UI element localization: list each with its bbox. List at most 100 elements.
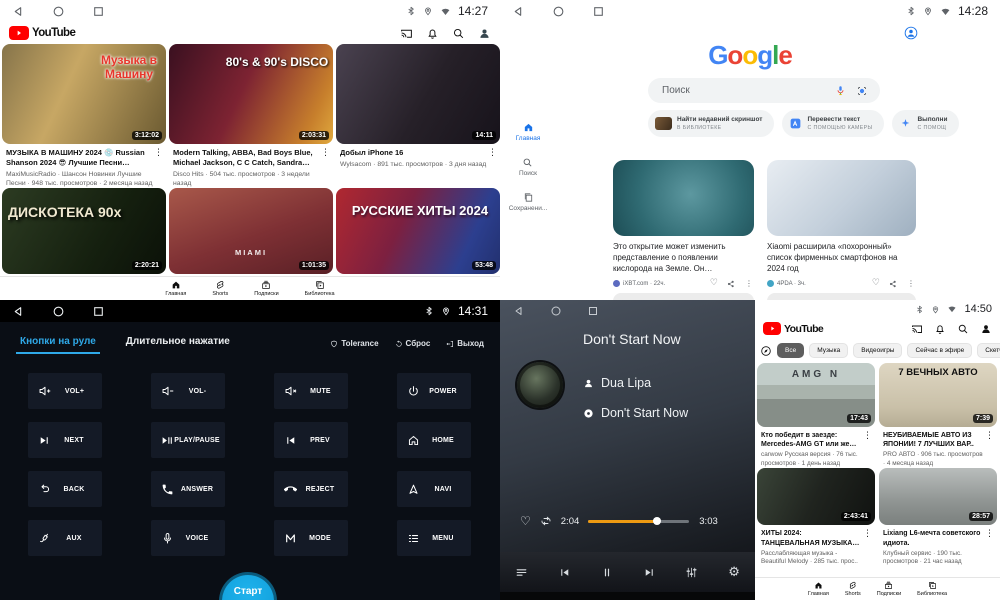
seek-bar[interactable] — [588, 520, 689, 523]
kebab-menu-icon[interactable]: ⋮ — [862, 529, 873, 538]
cast-icon[interactable] — [400, 27, 413, 40]
notifications-icon[interactable] — [934, 323, 946, 335]
exit-action[interactable]: Выход — [446, 339, 484, 348]
android-recents-icon[interactable] — [92, 5, 105, 18]
voice-search-icon[interactable] — [835, 85, 846, 96]
video-card[interactable]: РУССКИЕ ХИТЫ 2024 53:48 РУССКИЕ ХИТЫ 202… — [336, 188, 500, 288]
chip-find-screenshot[interactable]: Найти недавний скриншотВ БИБЛИОТЕКЕ — [648, 110, 774, 137]
video-card[interactable]: 28:57 Lixiang L6-мечта советского идиота… — [879, 468, 997, 566]
google-lens-icon[interactable] — [856, 85, 868, 97]
like-icon[interactable]: ♡ — [872, 279, 880, 288]
search-bar[interactable]: Поиск — [648, 78, 880, 103]
video-card[interactable]: 7 ВЕЧНЫХ АВТО 7:39 НЕУБИВАЕМЫЕ АВТО ИЗ Я… — [879, 363, 997, 468]
youtube-logo[interactable]: YouTube — [9, 26, 75, 40]
youtube-logo[interactable]: YouTube — [763, 322, 823, 335]
share-icon[interactable] — [727, 280, 735, 288]
android-back-icon[interactable] — [12, 305, 25, 318]
avatar[interactable] — [478, 27, 491, 40]
artist-row[interactable]: Dua Lipa — [583, 376, 651, 390]
kebab-menu-icon[interactable]: ⋮ — [744, 280, 754, 288]
key-aux[interactable]: AUX — [28, 520, 102, 556]
settings-gear-icon[interactable]: ⚙ — [728, 566, 740, 579]
kebab-menu-icon[interactable]: ⋮ — [153, 148, 164, 157]
chip-music[interactable]: Музыка — [809, 343, 848, 358]
kebab-menu-icon[interactable]: ⋮ — [906, 280, 916, 288]
android-recents-icon[interactable] — [592, 5, 605, 18]
android-recents-icon[interactable] — [92, 305, 105, 318]
equalizer-icon[interactable] — [685, 566, 698, 579]
key-menu[interactable]: MENU — [397, 520, 471, 556]
share-icon[interactable] — [889, 280, 897, 288]
key-vol-minus[interactable]: VOL- — [151, 373, 225, 409]
queue-icon[interactable] — [515, 566, 528, 579]
repeat-icon[interactable] — [540, 515, 552, 527]
android-back-icon[interactable] — [513, 305, 525, 317]
android-home-icon[interactable] — [552, 5, 565, 18]
chip-translate[interactable]: Перевести текстС ПОМОЩЬЮ КАМЕРЫ — [782, 110, 884, 137]
android-home-icon[interactable] — [550, 305, 562, 317]
feed-card[interactable]: Это открытие может изменить представлени… — [613, 160, 754, 288]
cast-icon[interactable] — [911, 323, 923, 335]
android-back-icon[interactable] — [512, 5, 525, 18]
rail-search[interactable]: Поиск — [519, 157, 537, 177]
rail-saved[interactable]: Сохранени... — [509, 192, 548, 212]
key-reject[interactable]: REJECT — [274, 471, 348, 507]
tab-long-press[interactable]: Длительное нажатие — [126, 336, 230, 354]
key-navi[interactable]: NAVI — [397, 471, 471, 507]
tab-wheel-keys[interactable]: Кнопки на руле — [16, 336, 100, 354]
nav-library[interactable]: Библиотека — [305, 280, 335, 297]
video-card[interactable]: AMG N 17:43 Кто победит в заезде: Merced… — [757, 363, 875, 468]
nav-subscriptions[interactable]: Подписки — [877, 581, 901, 597]
tolerance-action[interactable]: Tolerance — [330, 339, 378, 348]
kebab-menu-icon[interactable]: ⋮ — [862, 431, 873, 440]
video-card[interactable]: 80's & 90's DISCO 2:03:31 Modern Talking… — [169, 44, 333, 188]
rail-home[interactable]: Главная — [516, 122, 541, 142]
android-home-icon[interactable] — [52, 305, 65, 318]
nav-library[interactable]: Библиотека — [917, 581, 947, 597]
favorite-icon[interactable]: ♡ — [520, 515, 531, 527]
android-home-icon[interactable] — [52, 5, 65, 18]
video-card[interactable]: ДИСКОТЕКА 90х 2:20:21 !!!Видеосборник ко… — [2, 188, 166, 288]
key-voice[interactable]: VOICE — [151, 520, 225, 556]
android-back-icon[interactable] — [12, 5, 25, 18]
key-prev[interactable]: PREV — [274, 422, 348, 458]
chip-live[interactable]: Сейчас в эфире — [907, 343, 972, 358]
chip-gaming[interactable]: Видеоигры — [853, 343, 902, 358]
kebab-menu-icon[interactable]: ⋮ — [984, 529, 995, 538]
kebab-menu-icon[interactable]: ⋮ — [487, 148, 498, 157]
video-card[interactable]: 2:43:41 ХИТЫ 2024: ТАНЦЕВАЛЬНАЯ МУЗЫКА🔥 … — [757, 468, 875, 566]
start-button[interactable]: Старт — [219, 572, 277, 600]
key-back[interactable]: BACK — [28, 471, 102, 507]
nav-subscriptions[interactable]: Подписки — [254, 280, 278, 297]
search-icon[interactable] — [957, 323, 969, 335]
album-row[interactable]: Don't Start Now — [583, 406, 688, 420]
key-home[interactable]: HOME — [397, 422, 471, 458]
feed-card[interactable]: Xiaomi расширила «похоронный» список фир… — [767, 160, 916, 288]
search-icon[interactable] — [452, 27, 465, 40]
kebab-menu-icon[interactable]: ⋮ — [320, 148, 331, 157]
like-icon[interactable]: ♡ — [710, 279, 718, 288]
chip-sketch[interactable]: Скетч-шоу — [977, 343, 1000, 358]
key-next[interactable]: NEXT — [28, 422, 102, 458]
nav-home[interactable]: Главная — [165, 280, 186, 297]
notifications-icon[interactable] — [426, 27, 439, 40]
previous-track-icon[interactable] — [558, 566, 571, 579]
nav-shorts[interactable]: Shorts — [212, 280, 228, 297]
key-vol-plus[interactable]: VOL+ — [28, 373, 102, 409]
nav-shorts[interactable]: Shorts — [845, 581, 861, 597]
key-power[interactable]: POWER — [397, 373, 471, 409]
video-card[interactable]: 14:11 Добыл iPhone 16 Wylsacom · 891 тыс… — [336, 44, 500, 188]
kebab-menu-icon[interactable]: ⋮ — [984, 431, 995, 440]
avatar[interactable] — [980, 323, 992, 335]
key-mute[interactable]: MUTE — [274, 373, 348, 409]
video-card[interactable]: MIAMI 1:01:35 Top Mix Deep House Miami M… — [169, 188, 333, 288]
key-play-pause[interactable]: PLAY/PAUSE — [151, 422, 225, 458]
nav-home[interactable]: Главная — [808, 581, 829, 597]
next-track-icon[interactable] — [643, 566, 656, 579]
reset-action[interactable]: Сброс — [395, 339, 431, 348]
video-card[interactable]: Музыка в Машину 3:12:02 МУЗЫКА В МАШИНУ … — [2, 44, 166, 188]
explore-compass-icon[interactable] — [760, 345, 772, 357]
seek-thumb[interactable] — [653, 517, 661, 525]
chip-assistant[interactable]: ВыполниС ПОМОЩ — [892, 110, 959, 137]
chip-all[interactable]: Все — [777, 343, 804, 358]
